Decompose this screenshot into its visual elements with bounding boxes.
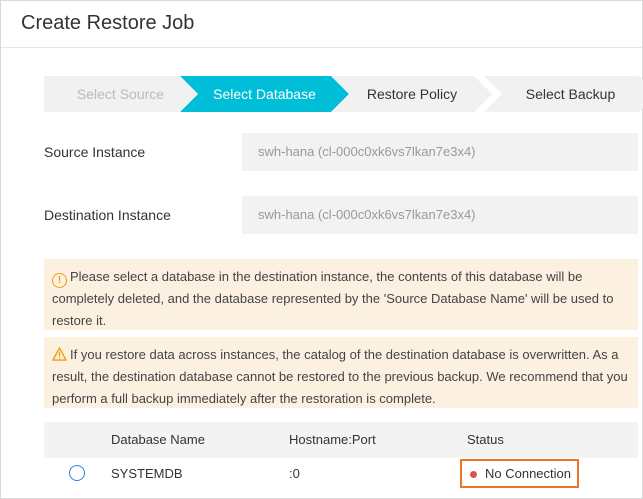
table-row[interactable]: SYSTEMDB :0 No Connection: [44, 458, 638, 498]
step-select-database[interactable]: Select Database: [180, 76, 349, 112]
create-restore-job-dialog: Create Restore Job Select Source Select …: [0, 0, 643, 499]
hostname-port-cell: :0: [289, 466, 300, 481]
column-database-name: Database Name: [111, 432, 205, 447]
destination-instance-field[interactable]: swh-hana (cl-000c0xk6vs7lkan7e3x4): [242, 196, 638, 234]
status-cell: No Connection: [460, 459, 579, 488]
delete-warning-notice: ! Please select a database in the destina…: [44, 259, 638, 330]
column-status: Status: [467, 432, 504, 447]
column-hostname-port: Hostname:Port: [289, 432, 376, 447]
dialog-title: Create Restore Job: [21, 12, 195, 34]
step-select-backup[interactable]: Select Backup: [484, 76, 643, 112]
database-table: Database Name Hostname:Port Status SYSTE…: [44, 422, 638, 498]
step-restore-policy[interactable]: Restore Policy: [332, 76, 492, 112]
destination-instance-label: Destination Instance: [44, 207, 171, 223]
delete-warning-text: Please select a database in the destinat…: [52, 269, 614, 328]
row-select-radio[interactable]: [69, 465, 85, 481]
overwrite-warning-text: If you restore data across instances, th…: [52, 347, 628, 406]
database-name-cell: SYSTEMDB: [111, 466, 183, 481]
dialog-header: Create Restore Job: [1, 1, 642, 48]
wizard-steps: Select Source Select Database Restore Po…: [44, 76, 638, 112]
source-instance-field: swh-hana (cl-000c0xk6vs7lkan7e3x4): [242, 133, 638, 171]
step-select-source[interactable]: Select Source: [44, 76, 197, 112]
status-dot-icon: [470, 471, 477, 478]
table-header: Database Name Hostname:Port Status: [44, 422, 638, 458]
source-instance-label: Source Instance: [44, 144, 146, 160]
overwrite-warning-notice: If you restore data across instances, th…: [44, 337, 638, 408]
status-text: No Connection: [485, 466, 571, 481]
warning-circle-icon: !: [52, 273, 67, 288]
warning-triangle-icon: [52, 347, 67, 361]
